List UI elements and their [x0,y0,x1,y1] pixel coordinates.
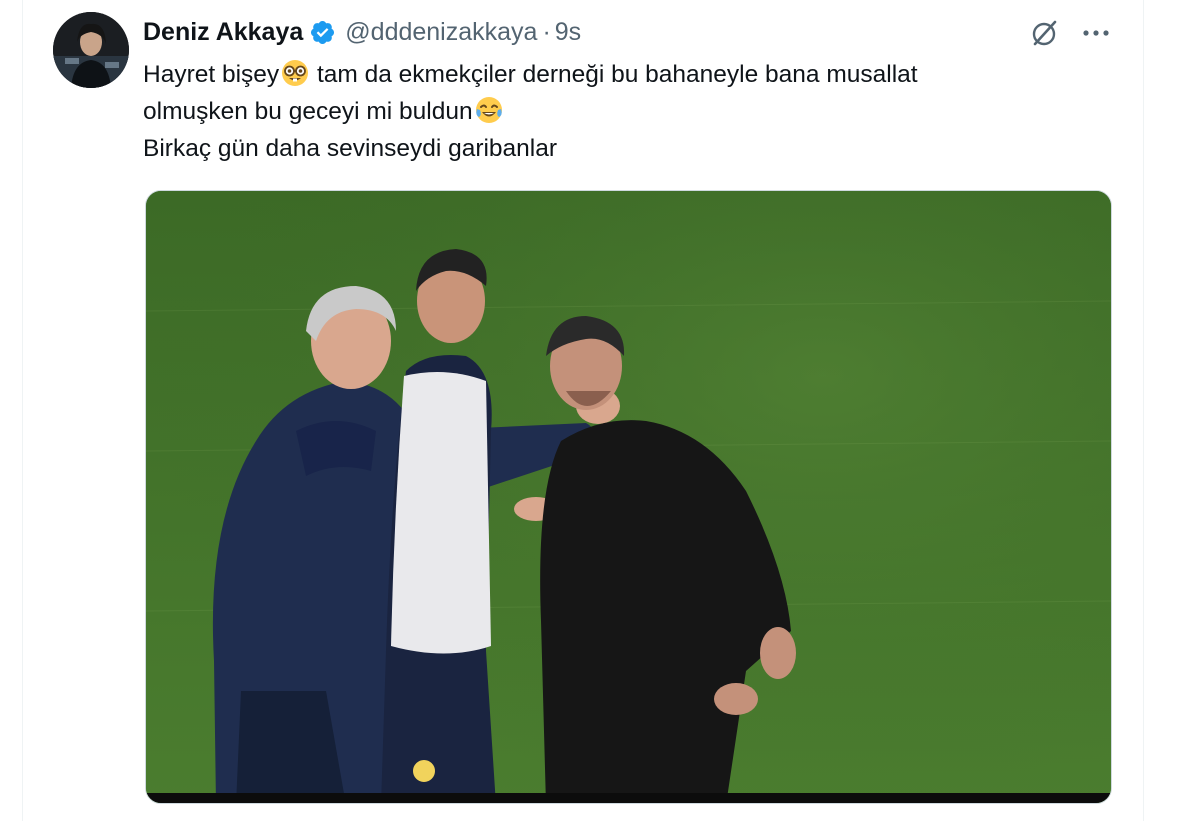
tweet-card: Deniz Akkaya @dddenizakkaya · 9s Hayret … [22,0,1144,821]
avatar[interactable] [53,12,129,88]
tweet-text: Hayret bişey tam da ekmekçiler derneği b… [143,56,1103,167]
more-icon[interactable] [1078,15,1114,51]
tweet-text-segment: olmuşken bu geceyi mi buldun [143,98,473,125]
tweet-line-2: olmuşken bu geceyi mi buldun [143,93,1103,130]
tweet-media-photo[interactable] [145,190,1112,804]
user-handle[interactable]: @dddenizakkaya [345,18,537,47]
tweet-line-1: Hayret bişey tam da ekmekçiler derneği b… [143,56,1103,93]
tears-of-joy-emoji [474,95,504,125]
tweet-text-segment: tam da ekmekçiler derneği bu bahaneyle b… [310,61,918,88]
timestamp[interactable]: 9s [555,18,581,47]
separator-dot: · [542,17,551,46]
grok-icon[interactable] [1026,15,1062,51]
tweet-line-3: Birkaç gün daha sevinseydi garibanlar [143,135,558,162]
verified-badge-icon [309,19,336,46]
tweet-header: Deniz Akkaya @dddenizakkaya · 9s [143,14,581,50]
display-name[interactable]: Deniz Akkaya [143,18,303,47]
nerd-face-emoji [280,58,310,88]
tweet-text-segment: Hayret bişey [143,61,280,88]
